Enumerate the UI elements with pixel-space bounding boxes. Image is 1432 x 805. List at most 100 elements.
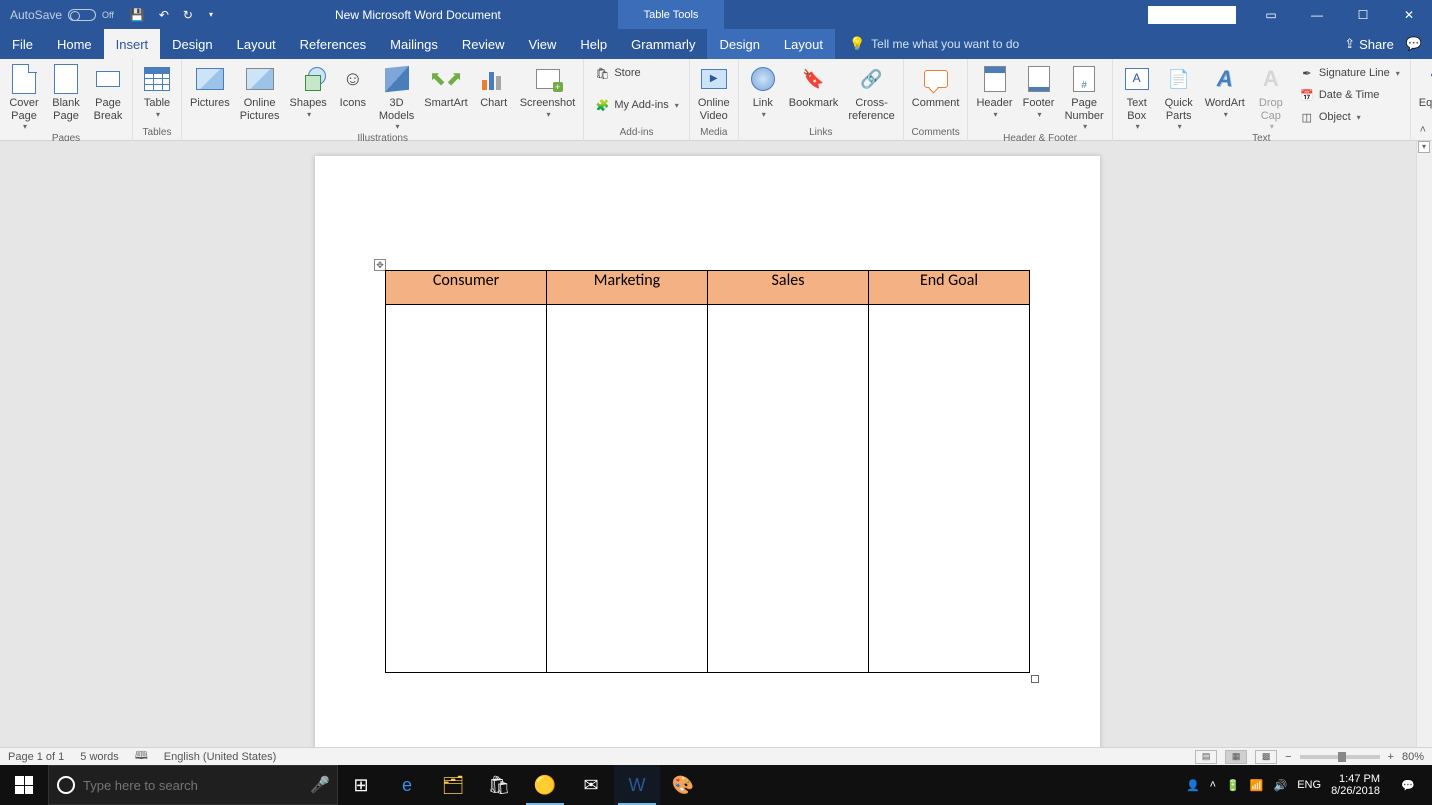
start-button[interactable] [0, 765, 48, 805]
tab-table-design[interactable]: Design [707, 29, 771, 59]
tab-file[interactable]: File [0, 29, 45, 59]
signature-line-button[interactable]: ✒Signature Line▾ [1295, 63, 1404, 83]
title-search-box[interactable] [1148, 6, 1236, 24]
tab-help[interactable]: Help [568, 29, 619, 59]
word-icon[interactable]: W [614, 765, 660, 805]
spellcheck-icon[interactable]: 🕮 [135, 747, 148, 766]
table-button[interactable]: Table▾ [137, 61, 177, 121]
zoom-in-button[interactable]: + [1388, 751, 1394, 763]
clock[interactable]: 1:47 PM 8/26/2018 [1331, 773, 1380, 797]
save-icon[interactable]: 💾 [130, 8, 145, 22]
ruler-toggle-icon[interactable]: ▾ [1418, 141, 1430, 153]
redo-icon[interactable]: ↻ [183, 8, 193, 22]
text-box-button[interactable]: AText Box▾ [1117, 61, 1157, 133]
table-header-cell[interactable]: Marketing [547, 271, 708, 305]
battery-icon[interactable]: 🔋 [1226, 779, 1240, 792]
table-cell[interactable] [386, 305, 547, 673]
tab-home[interactable]: Home [45, 29, 104, 59]
microsoft-store-icon[interactable]: 🛍 [476, 765, 522, 805]
zoom-level[interactable]: 80% [1402, 751, 1424, 763]
chart-button[interactable]: Chart [474, 61, 514, 112]
page-break-button[interactable]: Page Break [88, 61, 128, 124]
taskbar-search-input[interactable] [83, 778, 303, 793]
blank-page-button[interactable]: Blank Page [46, 61, 86, 124]
table-header-cell[interactable]: Sales [708, 271, 869, 305]
qat-customize-icon[interactable]: ▾ [209, 10, 213, 19]
screenshot-button[interactable]: Screenshot▾ [516, 61, 580, 121]
table-header-cell[interactable]: End Goal [869, 271, 1030, 305]
tray-chevron-up-icon[interactable]: ˄ [1210, 779, 1216, 791]
table-cell[interactable] [708, 305, 869, 673]
link-button[interactable]: Link▾ [743, 61, 783, 121]
online-video-button[interactable]: Online Video [694, 61, 734, 124]
language-indicator[interactable]: English (United States) [164, 751, 277, 763]
header-button[interactable]: Header▾ [972, 61, 1016, 121]
online-pictures-button[interactable]: Online Pictures [236, 61, 284, 124]
tab-mailings[interactable]: Mailings [378, 29, 450, 59]
date-time-button[interactable]: 📅Date & Time [1295, 85, 1404, 105]
action-center-icon[interactable]: 💬 [1390, 765, 1426, 805]
zoom-out-button[interactable]: − [1285, 751, 1291, 763]
table-cell[interactable] [547, 305, 708, 673]
wordart-button[interactable]: AWordArt▾ [1201, 61, 1249, 121]
input-language[interactable]: ENG [1297, 779, 1321, 791]
tab-design[interactable]: Design [160, 29, 224, 59]
table-cell[interactable] [869, 305, 1030, 673]
smartart-button[interactable]: ⬉⬈SmartArt [420, 61, 471, 112]
table-resize-handle-icon[interactable] [1031, 675, 1039, 683]
close-button[interactable]: ✕ [1386, 0, 1432, 29]
read-mode-button[interactable]: ▤ [1195, 750, 1217, 764]
web-layout-button[interactable]: ▩ [1255, 750, 1277, 764]
bookmark-button[interactable]: 🔖Bookmark [785, 61, 843, 112]
zoom-slider[interactable] [1300, 755, 1380, 759]
cover-page-button[interactable]: Cover Page▾ [4, 61, 44, 133]
object-button[interactable]: ◫Object▾ [1295, 107, 1404, 127]
collapse-ribbon-button[interactable]: ˄ [1420, 124, 1426, 136]
file-explorer-icon[interactable]: 🗂 [430, 765, 476, 805]
tab-grammarly[interactable]: Grammarly [619, 29, 707, 59]
document-area[interactable]: ✥ Consumer Marketing Sales End Goal [0, 141, 1416, 747]
wifi-icon[interactable]: 📶 [1250, 779, 1264, 792]
table-header-row[interactable]: Consumer Marketing Sales End Goal [386, 271, 1030, 305]
chrome-icon[interactable]: 🟡 [522, 765, 568, 805]
my-addins-button[interactable]: 🧩My Add-ins▾ [590, 95, 682, 115]
store-button[interactable]: 🛍Store [590, 63, 682, 83]
comment-button[interactable]: Comment [908, 61, 964, 112]
people-icon[interactable]: 👤 [1186, 779, 1200, 792]
vertical-scrollbar[interactable]: ▾ [1416, 141, 1432, 747]
minimize-button[interactable]: ― [1294, 0, 1340, 29]
zoom-slider-knob[interactable] [1338, 752, 1346, 762]
3d-models-button[interactable]: 3D Models▾ [375, 61, 418, 133]
table-header-cell[interactable]: Consumer [386, 271, 547, 305]
tell-me-search[interactable]: 💡 Tell me what you want to do [849, 29, 1019, 59]
maximize-button[interactable]: ☐ [1340, 0, 1386, 29]
table-body-row[interactable] [386, 305, 1030, 673]
page-number-button[interactable]: #Page Number▾ [1061, 61, 1108, 133]
tab-table-layout[interactable]: Layout [772, 29, 835, 59]
page-indicator[interactable]: Page 1 of 1 [8, 751, 64, 763]
ribbon-display-options-icon[interactable]: ▭ [1248, 0, 1294, 29]
taskbar-search[interactable]: 🎤 [48, 765, 338, 805]
task-view-icon[interactable]: ⊞ [338, 765, 384, 805]
tab-review[interactable]: Review [450, 29, 517, 59]
volume-icon[interactable]: 🔊 [1274, 779, 1288, 792]
microphone-icon[interactable]: 🎤 [303, 775, 337, 795]
autosave-switch-icon[interactable] [68, 9, 96, 21]
mail-icon[interactable]: ✉ [568, 765, 614, 805]
paint-icon[interactable]: 🎨 [660, 765, 706, 805]
undo-icon[interactable]: ↶ [159, 8, 169, 22]
cross-reference-button[interactable]: 🔗Cross- reference [844, 61, 898, 124]
cortana-icon[interactable] [49, 776, 83, 794]
print-layout-button[interactable]: ▦ [1225, 750, 1247, 764]
edge-icon[interactable]: e [384, 765, 430, 805]
tab-references[interactable]: References [288, 29, 378, 59]
pictures-button[interactable]: Pictures [186, 61, 234, 112]
share-button[interactable]: ⇪ Share [1344, 36, 1394, 52]
icons-button[interactable]: ☺Icons [333, 61, 373, 112]
drop-cap-button[interactable]: ADrop Cap▾ [1251, 61, 1291, 133]
page[interactable]: ✥ Consumer Marketing Sales End Goal [315, 156, 1100, 747]
autosave-toggle[interactable]: AutoSave Off [10, 8, 114, 22]
tab-layout[interactable]: Layout [225, 29, 288, 59]
quick-parts-button[interactable]: 📄Quick Parts▾ [1159, 61, 1199, 133]
equation-button[interactable]: πEquation▾ [1415, 61, 1432, 121]
